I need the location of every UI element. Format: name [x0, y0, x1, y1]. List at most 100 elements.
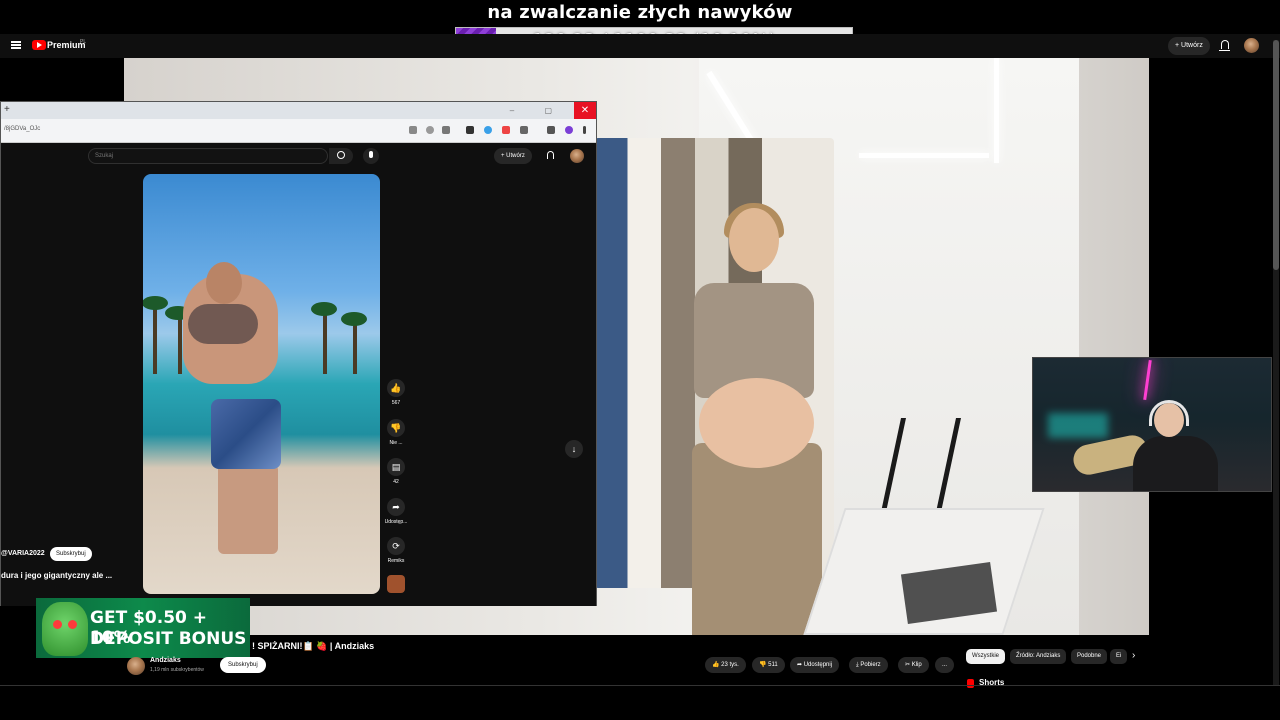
palm-tree	[353, 319, 357, 374]
person-pants	[692, 443, 822, 635]
chip-more[interactable]: Ei	[1110, 649, 1128, 664]
bookmark-star-icon[interactable]	[442, 126, 450, 134]
microphone-icon[interactable]	[363, 148, 379, 164]
palm-tree	[341, 312, 367, 326]
dislike-count: 511	[768, 662, 778, 668]
close-icon[interactable]: ✕	[574, 102, 596, 119]
ceiling-light	[859, 153, 989, 158]
browser-window[interactable]: + – ▢ ✕ /8jGDVa_OJc Szukaj + Utwórz 👍 56…	[0, 101, 597, 606]
new-tab-icon[interactable]: +	[4, 104, 10, 115]
country-code: PL	[80, 39, 87, 45]
palm-tree	[143, 296, 168, 310]
create-button[interactable]: + Utwórz	[1168, 37, 1210, 55]
create-label: Utwórz	[1181, 42, 1203, 49]
menu-icon[interactable]	[11, 41, 21, 49]
browser-address-bar[interactable]: /8jGDVa_OJc	[1, 119, 596, 143]
share-button[interactable]: ➦ Udostępnij	[790, 657, 840, 673]
create-label: Utwórz	[506, 153, 525, 159]
share-arrow-icon: ➦	[387, 498, 405, 516]
youtube-logo-icon[interactable]	[32, 40, 46, 50]
shorts-icon	[967, 679, 974, 688]
zoom-icon[interactable]	[426, 126, 434, 134]
download-label: Pobierz	[860, 662, 881, 668]
short-caption[interactable]: dura i jego gigantyczny ale ...	[1, 571, 112, 580]
palm-tree	[178, 314, 182, 374]
notifications-bell-icon[interactable]	[547, 151, 554, 159]
sound-thumbnail-icon	[387, 575, 405, 593]
scrollbar-thumb[interactable]	[1273, 40, 1279, 270]
dislike-button[interactable]: 👎 511	[752, 657, 785, 673]
page-scrollbar[interactable]	[1273, 40, 1279, 685]
man-legs	[218, 464, 278, 554]
sound-button[interactable]	[381, 575, 411, 593]
short-channel-handle[interactable]: @VARIA2022	[1, 550, 45, 557]
video-title: ! SPIŻARNI!📋 🍓 | Andziaks	[252, 641, 375, 651]
chevron-right-icon[interactable]: ›	[1132, 650, 1135, 661]
extension-icon[interactable]	[502, 126, 510, 134]
arrow-down-icon[interactable]: ↓	[565, 440, 583, 458]
url-text[interactable]: /8jGDVa_OJc	[4, 126, 40, 132]
account-avatar[interactable]	[1244, 38, 1259, 53]
comment-count: 42	[393, 479, 399, 485]
remix-button[interactable]: ⟳ Remiks	[381, 537, 411, 564]
neon-light	[1143, 359, 1152, 401]
thumbs-down-icon: 👎	[387, 419, 405, 437]
streamer-body	[1133, 436, 1218, 491]
ceiling-light	[994, 58, 999, 163]
chip-from-channel[interactable]: Źródło: Andziaks	[1010, 649, 1067, 664]
headset-icon	[1149, 400, 1189, 426]
like-button[interactable]: 👍 567	[381, 379, 411, 406]
thumbs-up-icon: 👍	[387, 379, 405, 397]
youtube-header: Premium PL + Utwórz	[0, 34, 1280, 58]
monitor-glow	[1048, 413, 1108, 438]
account-avatar[interactable]	[570, 149, 584, 163]
deposit-bonus-ad[interactable]: GET $0.50 + 10% DEPOSIT BONUS	[36, 598, 250, 658]
ad-subheadline: DEPOSIT BONUS	[90, 629, 247, 649]
download-button[interactable]: ⤓ Pobierz	[849, 657, 888, 673]
dislike-label: Nie ...	[389, 440, 403, 446]
subscriber-count: 1,19 mln subskrybentów	[150, 667, 204, 673]
man-swim-shorts	[211, 399, 281, 469]
share-button[interactable]: ➦ Udostęp...	[381, 498, 411, 525]
search-input[interactable]: Szukaj	[88, 148, 328, 164]
create-button[interactable]: + Utwórz	[494, 148, 532, 164]
browser-menu-icon[interactable]	[583, 126, 586, 134]
extension-icon[interactable]	[484, 126, 492, 134]
dislike-button[interactable]: 👎 Nie ...	[381, 419, 411, 446]
clip-button[interactable]: ✂ Klip	[898, 657, 929, 673]
palm-tree	[323, 309, 327, 374]
chip-all[interactable]: Wszystkie	[966, 649, 1005, 664]
like-count: 567	[391, 400, 401, 406]
comment-icon: ▤	[387, 458, 405, 476]
divider	[0, 685, 1280, 686]
palm-tree	[153, 304, 157, 374]
window-controls[interactable]: – ▢	[510, 106, 566, 115]
palm-tree	[311, 302, 337, 316]
channel-avatar[interactable]	[127, 657, 145, 675]
like-button[interactable]: 👍 23 tys.	[705, 657, 746, 673]
extension-icon[interactable]	[547, 126, 555, 134]
clip-label: Klip	[911, 662, 922, 668]
notifications-bell-icon[interactable]	[1219, 40, 1230, 51]
remix-icon: ⟳	[387, 537, 405, 555]
like-count: 23 tys.	[721, 662, 739, 668]
extensions-puzzle-icon[interactable]	[520, 126, 528, 134]
short-video-player[interactable]	[143, 174, 380, 594]
short-subscribe-button[interactable]: Subskrybuj	[50, 547, 92, 561]
goblin-mascot	[42, 602, 88, 656]
subscribe-button[interactable]: Subskrybuj	[220, 657, 266, 673]
browser-titlebar[interactable]: + – ▢ ✕	[1, 102, 596, 119]
channel-name[interactable]: Andziaks	[150, 657, 181, 664]
profile-icon[interactable]	[565, 126, 573, 134]
chip-related[interactable]: Podobne	[1071, 649, 1108, 664]
person-belly	[699, 378, 814, 468]
search-icon[interactable]	[329, 148, 353, 164]
comments-button[interactable]: ▤ 42	[381, 458, 411, 485]
mascot-eye	[53, 620, 62, 629]
man-head	[206, 262, 242, 304]
stream-goal-title: na zwalczanie złych nawyków	[487, 2, 793, 23]
extension-icon[interactable]	[466, 126, 474, 134]
share-label: Udostępnij	[803, 662, 833, 668]
more-actions-button[interactable]: ...	[935, 657, 955, 673]
screen-cast-icon[interactable]	[409, 126, 417, 134]
